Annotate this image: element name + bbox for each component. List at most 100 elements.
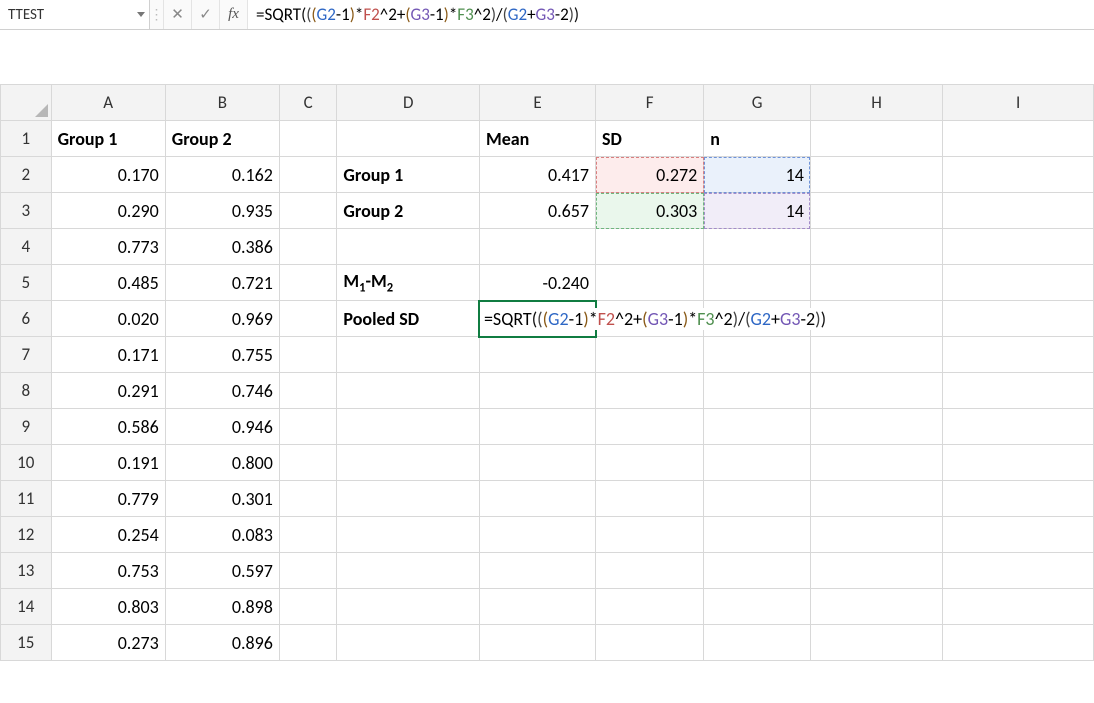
cell-C3[interactable] [279,193,337,229]
row-header-13[interactable]: 13 [1,553,52,589]
cell-G5[interactable] [704,265,811,301]
cell-B5[interactable]: 0.721 [165,265,279,301]
cell-C4[interactable] [279,229,337,265]
cell-D3[interactable]: Group 2 [337,193,480,229]
cell-B4[interactable]: 0.386 [165,229,279,265]
cell-B2[interactable]: 0.162 [165,157,279,193]
cell-B12[interactable]: 0.083 [165,517,279,553]
cell-I3[interactable] [943,193,1094,229]
grid[interactable]: ABCDEFGHI1Group 1Group 2MeanSDn20.1700.1… [0,84,1094,661]
cell-H8[interactable] [810,373,942,409]
cell-D13[interactable] [337,553,480,589]
cell-H3[interactable] [810,193,942,229]
cell-C6[interactable] [279,301,337,337]
cell-A13[interactable]: 0.753 [51,553,165,589]
cell-F1[interactable]: SD [596,121,704,157]
cell-D7[interactable] [337,337,480,373]
cell-I1[interactable] [943,121,1094,157]
cell-D2[interactable]: Group 1 [337,157,480,193]
cell-I6[interactable] [943,301,1094,337]
cell-H13[interactable] [810,553,942,589]
row-header-11[interactable]: 11 [1,481,52,517]
row-header-9[interactable]: 9 [1,409,52,445]
col-header-C[interactable]: C [279,85,337,121]
cell-G14[interactable] [704,589,811,625]
cell-C8[interactable] [279,373,337,409]
cell-E13[interactable] [479,553,595,589]
col-header-B[interactable]: B [165,85,279,121]
cell-C15[interactable] [279,625,337,661]
cell-D4[interactable] [337,229,480,265]
cell-D1[interactable] [337,121,480,157]
cell-H15[interactable] [810,625,942,661]
cell-D12[interactable] [337,517,480,553]
cell-F8[interactable] [596,373,704,409]
cell-C1[interactable] [279,121,337,157]
row-header-2[interactable]: 2 [1,157,52,193]
cell-H9[interactable] [810,409,942,445]
row-header-12[interactable]: 12 [1,517,52,553]
cell-F2[interactable]: 0.272 [596,157,704,193]
cell-E5[interactable]: -0.240 [479,265,595,301]
cell-F13[interactable] [596,553,704,589]
cell-H11[interactable] [810,481,942,517]
cell-F11[interactable] [596,481,704,517]
cell-I5[interactable] [943,265,1094,301]
col-header-I[interactable]: I [943,85,1094,121]
cell-A14[interactable]: 0.803 [51,589,165,625]
cell-G10[interactable] [704,445,811,481]
cell-C14[interactable] [279,589,337,625]
cell-I10[interactable] [943,445,1094,481]
cell-D6[interactable]: Pooled SD [337,301,480,337]
cell-C5[interactable] [279,265,337,301]
cell-G12[interactable] [704,517,811,553]
cell-B15[interactable]: 0.896 [165,625,279,661]
cell-C7[interactable] [279,337,337,373]
cell-B14[interactable]: 0.898 [165,589,279,625]
cell-B10[interactable]: 0.800 [165,445,279,481]
insert-function-button[interactable]: fx [220,0,248,29]
cell-D5[interactable]: M1-M2 [337,265,480,301]
cell-F4[interactable] [596,229,704,265]
formula-input[interactable]: =SQRT(((G2-1)*F2^2+(G3-1)*F3^2)/(G2+G3-2… [248,0,1094,29]
cell-G7[interactable] [704,337,811,373]
cell-A9[interactable]: 0.586 [51,409,165,445]
cell-B11[interactable]: 0.301 [165,481,279,517]
chevron-down-icon[interactable] [137,12,145,17]
name-box[interactable]: TTEST [0,0,150,29]
cell-H1[interactable] [810,121,942,157]
cell-A1[interactable]: Group 1 [51,121,165,157]
cell-E11[interactable] [479,481,595,517]
cell-H2[interactable] [810,157,942,193]
cell-E2[interactable]: 0.417 [479,157,595,193]
cell-I13[interactable] [943,553,1094,589]
cell-F10[interactable] [596,445,704,481]
cell-C13[interactable] [279,553,337,589]
cell-E6[interactable]: =SQRT(((G2-1)*F2^2+(G3-1)*F3^2)/(G2+G3-2… [479,301,595,337]
cell-I14[interactable] [943,589,1094,625]
cell-D15[interactable] [337,625,480,661]
cell-E15[interactable] [479,625,595,661]
cell-B8[interactable]: 0.746 [165,373,279,409]
cell-D10[interactable] [337,445,480,481]
cell-A12[interactable]: 0.254 [51,517,165,553]
cell-I15[interactable] [943,625,1094,661]
cell-A2[interactable]: 0.170 [51,157,165,193]
cell-B7[interactable]: 0.755 [165,337,279,373]
cell-D9[interactable] [337,409,480,445]
cell-C9[interactable] [279,409,337,445]
cell-H5[interactable] [810,265,942,301]
cancel-button[interactable]: ✕ [164,0,192,29]
row-header-7[interactable]: 7 [1,337,52,373]
cell-C11[interactable] [279,481,337,517]
cell-D11[interactable] [337,481,480,517]
col-header-G[interactable]: G [704,85,811,121]
cell-E3[interactable]: 0.657 [479,193,595,229]
cell-G3[interactable]: 14 [704,193,811,229]
cell-E14[interactable] [479,589,595,625]
row-header-8[interactable]: 8 [1,373,52,409]
row-header-5[interactable]: 5 [1,265,52,301]
cell-H14[interactable] [810,589,942,625]
cell-D8[interactable] [337,373,480,409]
cell-G8[interactable] [704,373,811,409]
